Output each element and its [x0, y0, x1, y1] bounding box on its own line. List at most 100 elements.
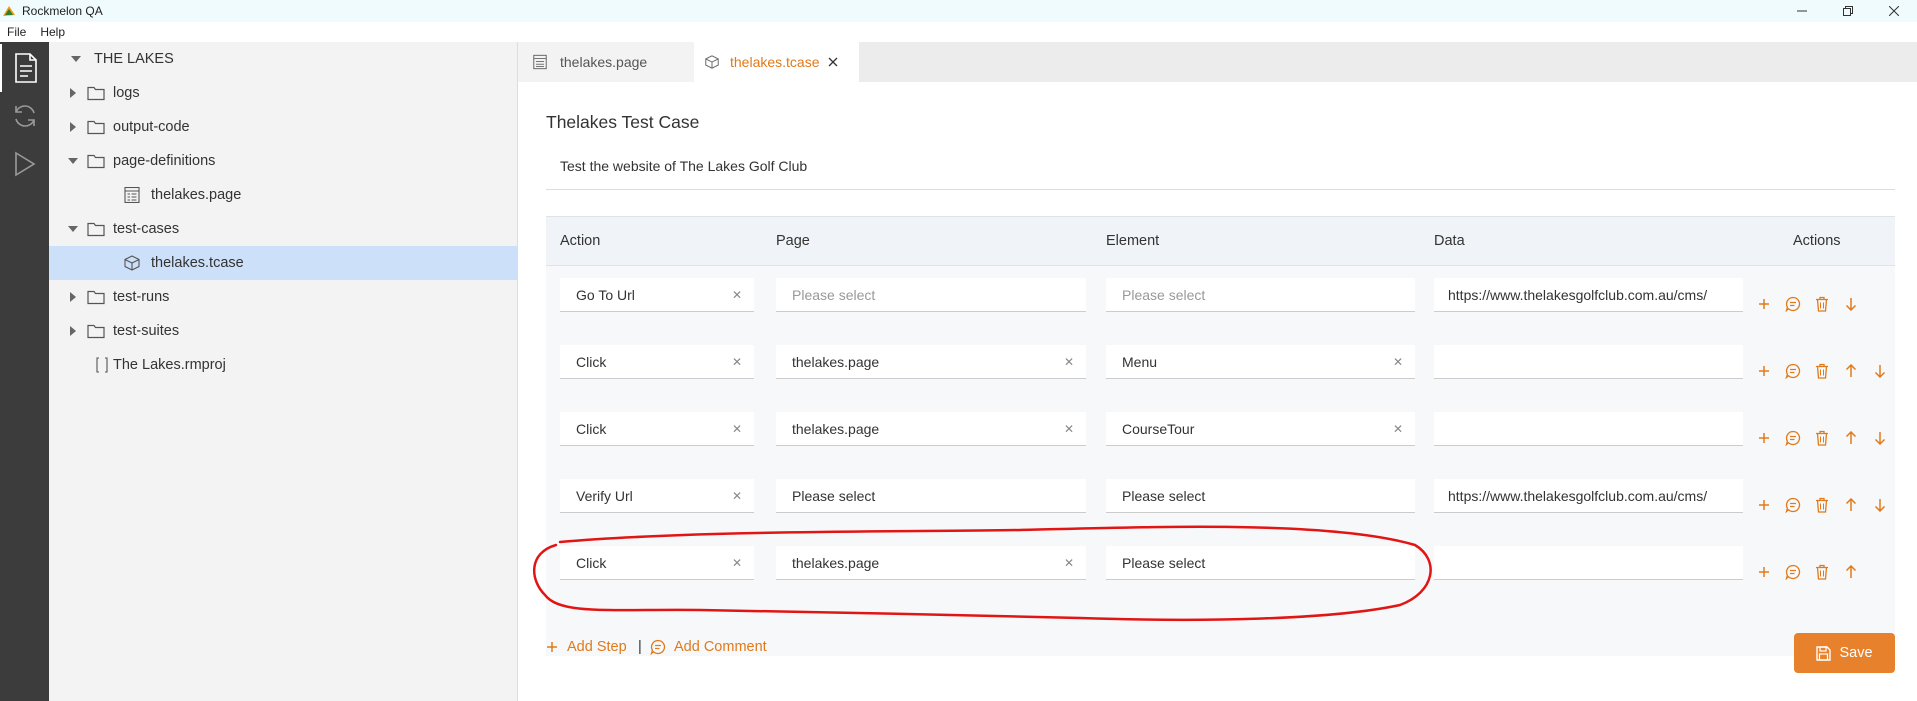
page-select[interactable]: thelakes.page ✕: [776, 412, 1086, 446]
data-input[interactable]: [1434, 546, 1743, 580]
page-select[interactable]: thelakes.page ✕: [776, 546, 1086, 580]
minimize-icon[interactable]: [1779, 0, 1825, 22]
move-down-icon[interactable]: [1836, 295, 1865, 313]
tree-item-thelakes-page[interactable]: thelakes.page: [49, 178, 518, 212]
delete-icon[interactable]: [1807, 295, 1836, 313]
clear-icon[interactable]: ✕: [732, 345, 742, 378]
explorer-root[interactable]: THE LAKES: [49, 42, 518, 76]
menu-file[interactable]: File: [0, 25, 33, 39]
tree-item-output-code[interactable]: output-code: [49, 110, 518, 144]
add-step-link[interactable]: Add Step: [546, 639, 627, 655]
move-down-icon[interactable]: [1865, 429, 1894, 447]
footer-separator: |: [638, 639, 642, 655]
step-row: Click ✕ thelakes.page ✕ CourseTour ✕: [546, 400, 1895, 467]
comment-icon[interactable]: [1778, 563, 1807, 581]
element-value: Please select: [1122, 287, 1206, 303]
clear-icon[interactable]: ✕: [732, 278, 742, 311]
explorer-root-label: THE LAKES: [94, 51, 174, 67]
action-select[interactable]: Click ✕: [560, 412, 754, 446]
restore-icon[interactable]: [1825, 0, 1871, 22]
page-select[interactable]: Please select: [776, 479, 1086, 513]
clear-icon[interactable]: ✕: [1393, 412, 1403, 445]
delete-icon[interactable]: [1807, 563, 1836, 581]
clear-icon[interactable]: ✕: [1064, 345, 1074, 378]
element-select[interactable]: Please select: [1106, 278, 1415, 312]
element-select[interactable]: Please select: [1106, 479, 1415, 513]
action-select[interactable]: Go To Url ✕: [560, 278, 754, 312]
tab-thelakes-page[interactable]: thelakes.page: [518, 42, 694, 82]
tree-item-thelakes-tcase[interactable]: thelakes.tcase: [49, 246, 518, 280]
move-down-icon[interactable]: [1865, 496, 1894, 514]
page-select[interactable]: thelakes.page ✕: [776, 345, 1086, 379]
move-up-icon[interactable]: [1836, 429, 1865, 447]
close-tab-icon[interactable]: [828, 57, 838, 67]
step-row: Go To Url ✕ Please select Please select h…: [546, 266, 1895, 333]
app-logo-icon: [3, 6, 15, 16]
clear-icon[interactable]: ✕: [732, 546, 742, 579]
element-select[interactable]: Menu ✕: [1106, 345, 1415, 379]
clear-icon[interactable]: ✕: [732, 412, 742, 445]
row-actions: [1749, 429, 1894, 447]
comment-icon[interactable]: [1778, 295, 1807, 313]
data-input[interactable]: [1434, 412, 1743, 446]
add-step-icon[interactable]: [1749, 429, 1778, 447]
clear-icon[interactable]: ✕: [1393, 345, 1403, 378]
tab-thelakes-tcase[interactable]: thelakes.tcase: [694, 42, 859, 82]
tree-item-page-definitions[interactable]: page-definitions: [49, 144, 518, 178]
tree-item-project[interactable]: The Lakes.rmproj: [49, 348, 518, 382]
data-input[interactable]: [1434, 345, 1743, 379]
test-case-description[interactable]: Test the website of The Lakes Golf Club: [546, 154, 1895, 190]
move-down-icon[interactable]: [1865, 362, 1894, 380]
action-select[interactable]: Click ✕: [560, 345, 754, 379]
comment-icon[interactable]: [1778, 496, 1807, 514]
data-input[interactable]: https://www.thelakesgolfclub.com.au/cms/: [1434, 479, 1743, 513]
action-value: Go To Url: [576, 287, 635, 303]
column-element: Element: [1106, 233, 1160, 249]
sync-icon[interactable]: [0, 92, 49, 140]
page-value: thelakes.page: [792, 354, 880, 370]
add-step-icon[interactable]: [1749, 496, 1778, 514]
data-input[interactable]: https://www.thelakesgolfclub.com.au/cms/: [1434, 278, 1743, 312]
action-select[interactable]: Click ✕: [560, 546, 754, 580]
action-select[interactable]: Verify Url ✕: [560, 479, 754, 513]
tree-item-label: test-runs: [113, 289, 170, 305]
comment-icon[interactable]: [1778, 429, 1807, 447]
delete-icon[interactable]: [1807, 496, 1836, 514]
add-step-icon[interactable]: [1749, 295, 1778, 313]
run-icon[interactable]: [0, 140, 49, 188]
clear-icon[interactable]: ✕: [1064, 412, 1074, 445]
delete-icon[interactable]: [1807, 429, 1836, 447]
tree-item-test-cases[interactable]: test-cases: [49, 212, 518, 246]
page-value: Please select: [792, 488, 876, 504]
row-actions: [1749, 295, 1865, 313]
folder-open-icon: [87, 154, 105, 169]
tree-item-test-suites[interactable]: test-suites: [49, 314, 518, 348]
steps-table-body: Go To Url ✕ Please select Please select h…: [546, 266, 1895, 656]
step-row: Verify Url ✕ Please select Please select …: [546, 467, 1895, 534]
move-up-icon[interactable]: [1836, 563, 1865, 581]
tree-item-logs[interactable]: logs: [49, 76, 518, 110]
page-select[interactable]: Please select: [776, 278, 1086, 312]
cube-icon: [705, 55, 719, 69]
clear-icon[interactable]: ✕: [732, 479, 742, 512]
add-step-icon[interactable]: [1749, 563, 1778, 581]
add-comment-label: Add Comment: [674, 639, 767, 655]
delete-icon[interactable]: [1807, 362, 1836, 380]
tree-item-test-runs[interactable]: test-runs: [49, 280, 518, 314]
clear-icon[interactable]: ✕: [1064, 546, 1074, 579]
add-step-icon[interactable]: [1749, 362, 1778, 380]
move-up-icon[interactable]: [1836, 362, 1865, 380]
add-comment-link[interactable]: Add Comment: [650, 639, 767, 655]
element-select[interactable]: Please select: [1106, 546, 1415, 580]
move-up-icon[interactable]: [1836, 496, 1865, 514]
page-value: thelakes.page: [792, 421, 880, 437]
tree-item-label: logs: [113, 85, 140, 101]
menu-help[interactable]: Help: [33, 25, 72, 39]
element-value: CourseTour: [1122, 421, 1195, 437]
row-actions: [1749, 496, 1894, 514]
close-window-icon[interactable]: [1871, 0, 1917, 22]
save-button[interactable]: Save: [1794, 633, 1895, 673]
element-select[interactable]: CourseTour ✕: [1106, 412, 1415, 446]
comment-icon[interactable]: [1778, 362, 1807, 380]
explorer-icon[interactable]: [0, 44, 49, 92]
